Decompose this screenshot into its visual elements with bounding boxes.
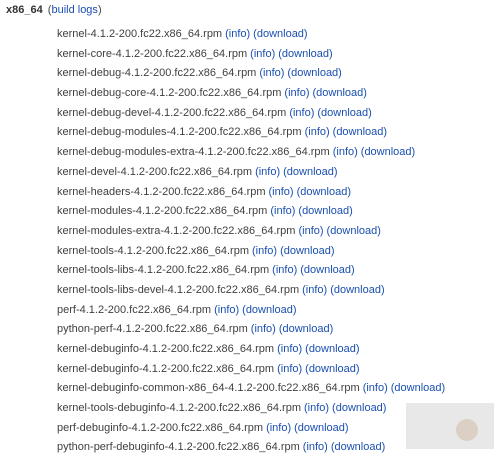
arch-label: x86_64: [6, 4, 43, 16]
rpm-item: perf-4.1.2-200.fc22.x86_64.rpm (info) (dow…: [57, 301, 445, 321]
info-link[interactable]: (info): [266, 422, 291, 434]
info-link[interactable]: (info): [251, 323, 276, 335]
download-link[interactable]: (download): [327, 225, 381, 237]
download-link[interactable]: (download): [333, 126, 387, 138]
rpm-name: kernel-devel-4.1.2-200.fc22.x86_64.rpm: [57, 165, 253, 178]
rpm-item: python-perf-debuginfo-4.1.2-200.fc22.x86…: [57, 438, 445, 458]
rpm-item: kernel-core-4.1.2-200.fc22.x86_64.rpm (in…: [57, 45, 445, 65]
download-link[interactable]: (download): [287, 67, 341, 79]
rpm-name: kernel-tools-libs-devel-4.1.2-200.fc22.x…: [57, 283, 300, 296]
rpm-name: kernel-headers-4.1.2-200.fc22.x86_64.rpm: [57, 185, 266, 198]
info-link[interactable]: (info): [284, 87, 309, 99]
download-link[interactable]: (download): [242, 304, 296, 316]
rpm-name: kernel-tools-4.1.2-200.fc22.x86_64.rpm: [57, 244, 249, 257]
info-link[interactable]: (info): [255, 166, 280, 178]
rpm-item: kernel-debuginfo-4.1.2-200.fc22.x86_64.r…: [57, 340, 445, 360]
rpm-item: kernel-debuginfo-common-x86_64-4.1.2-200…: [57, 379, 445, 399]
info-link[interactable]: (info): [214, 304, 239, 316]
info-link[interactable]: (info): [259, 67, 284, 79]
download-link[interactable]: (download): [298, 205, 352, 217]
watermark-overlay: [406, 403, 494, 449]
rpm-item: kernel-debuginfo-4.1.2-200.fc22.x86_64.r…: [57, 360, 445, 380]
info-link[interactable]: (info): [303, 441, 328, 453]
rpm-item: kernel-debug-4.1.2-200.fc22.x86_64.rpm (i…: [57, 64, 445, 84]
info-link[interactable]: (info): [252, 245, 277, 257]
info-link[interactable]: (info): [298, 225, 323, 237]
arch-header: x86_64 (build logs): [6, 4, 102, 16]
download-link[interactable]: (download): [297, 186, 351, 198]
info-link[interactable]: (info): [305, 126, 330, 138]
rpm-item: kernel-tools-libs-4.1.2-200.fc22.x86_64.…: [57, 261, 445, 281]
info-link[interactable]: (info): [277, 343, 302, 355]
download-link[interactable]: (download): [305, 363, 359, 375]
rpm-item: kernel-debug-core-4.1.2-200.fc22.x86_64.…: [57, 84, 445, 104]
download-link[interactable]: (download): [312, 87, 366, 99]
download-link[interactable]: (download): [331, 441, 385, 453]
info-link[interactable]: (info): [250, 48, 275, 60]
download-link[interactable]: (download): [283, 166, 337, 178]
rpm-name: perf-debuginfo-4.1.2-200.fc22.x86_64.rpm: [57, 421, 264, 434]
rpm-name: kernel-debuginfo-4.1.2-200.fc22.x86_64.r…: [57, 362, 275, 375]
rpm-name: kernel-modules-4.1.2-200.fc22.x86_64.rpm: [57, 205, 268, 218]
info-link[interactable]: (info): [363, 382, 388, 394]
info-link[interactable]: (info): [302, 284, 327, 296]
info-link[interactable]: (info): [272, 264, 297, 276]
info-link[interactable]: (info): [269, 186, 294, 198]
download-link[interactable]: (download): [391, 382, 445, 394]
rpm-item: kernel-devel-4.1.2-200.fc22.x86_64.rpm (i…: [57, 163, 445, 183]
download-link[interactable]: (download): [300, 264, 354, 276]
download-link[interactable]: (download): [361, 146, 415, 158]
rpm-name: kernel-tools-libs-4.1.2-200.fc22.x86_64.…: [57, 264, 270, 277]
rpm-item: perf-debuginfo-4.1.2-200.fc22.x86_64.rpm…: [57, 419, 445, 439]
rpm-name: kernel-debuginfo-4.1.2-200.fc22.x86_64.r…: [57, 343, 275, 355]
rpm-name: kernel-tools-debuginfo-4.1.2-200.fc22.x8…: [57, 402, 301, 415]
rpm-item: kernel-tools-4.1.2-200.fc22.x86_64.rpm (i…: [57, 242, 445, 262]
rpm-item: kernel-tools-debuginfo-4.1.2-200.fc22.x8…: [57, 399, 445, 419]
download-link[interactable]: (download): [253, 28, 307, 40]
rpm-name: kernel-modules-extra-4.1.2-200.fc22.x86_…: [57, 224, 296, 237]
rpm-name: kernel-debug-4.1.2-200.fc22.x86_64.rpm: [57, 67, 257, 80]
rpm-name: kernel-debug-devel-4.1.2-200.fc22.x86_64…: [57, 106, 287, 119]
info-link[interactable]: (info): [333, 146, 358, 158]
rpm-item: kernel-tools-libs-devel-4.1.2-200.fc22.x…: [57, 281, 445, 301]
download-link[interactable]: (download): [305, 343, 359, 355]
info-link[interactable]: (info): [225, 28, 250, 40]
rpm-name: kernel-debuginfo-common-x86_64-4.1.2-200…: [57, 382, 360, 395]
download-link[interactable]: (download): [317, 107, 371, 119]
rpm-name: perf-4.1.2-200.fc22.x86_64.rpm: [57, 303, 212, 316]
download-link[interactable]: (download): [279, 323, 333, 335]
info-link[interactable]: (info): [304, 402, 329, 414]
rpm-item: kernel-headers-4.1.2-200.fc22.x86_64.rpm…: [57, 183, 445, 203]
download-link[interactable]: (download): [332, 402, 386, 414]
rpm-item: kernel-modules-4.1.2-200.fc22.x86_64.rpm…: [57, 202, 445, 222]
rpm-name: kernel-debug-modules-extra-4.1.2-200.fc2…: [57, 146, 330, 159]
rpm-item: kernel-debug-modules-4.1.2-200.fc22.x86_…: [57, 123, 445, 143]
info-link[interactable]: (info): [277, 363, 302, 375]
rpm-name: python-perf-debuginfo-4.1.2-200.fc22.x86…: [57, 441, 300, 454]
info-link[interactable]: (info): [289, 107, 314, 119]
close-paren: ): [97, 4, 102, 16]
rpm-name: kernel-debug-modules-4.1.2-200.fc22.x86_…: [57, 126, 302, 139]
build-logs-link[interactable]: build logs: [51, 4, 97, 16]
rpm-name: kernel-core-4.1.2-200.fc22.x86_64.rpm: [57, 47, 248, 60]
download-link[interactable]: (download): [330, 284, 384, 296]
watermark-logo-icon: [456, 419, 478, 441]
info-link[interactable]: (info): [270, 205, 295, 217]
rpm-name: kernel-debug-core-4.1.2-200.fc22.x86_64.…: [57, 87, 282, 100]
rpm-item: kernel-debug-modules-extra-4.1.2-200.fc2…: [57, 143, 445, 163]
rpm-item: python-perf-4.1.2-200.fc22.x86_64.rpm (in…: [57, 320, 445, 340]
download-link[interactable]: (download): [280, 245, 334, 257]
rpm-list: kernel-4.1.2-200.fc22.x86_64.rpm (info) (d…: [57, 25, 445, 458]
rpm-item: kernel-4.1.2-200.fc22.x86_64.rpm (info) (d…: [57, 25, 445, 45]
rpm-item: kernel-debug-devel-4.1.2-200.fc22.x86_64…: [57, 104, 445, 124]
rpm-item: kernel-modules-extra-4.1.2-200.fc22.x86_…: [57, 222, 445, 242]
rpm-name: kernel-4.1.2-200.fc22.x86_64.rpm: [57, 28, 223, 40]
download-link[interactable]: (download): [278, 48, 332, 60]
download-link[interactable]: (download): [294, 422, 348, 434]
rpm-name: python-perf-4.1.2-200.fc22.x86_64.rpm: [57, 323, 248, 336]
